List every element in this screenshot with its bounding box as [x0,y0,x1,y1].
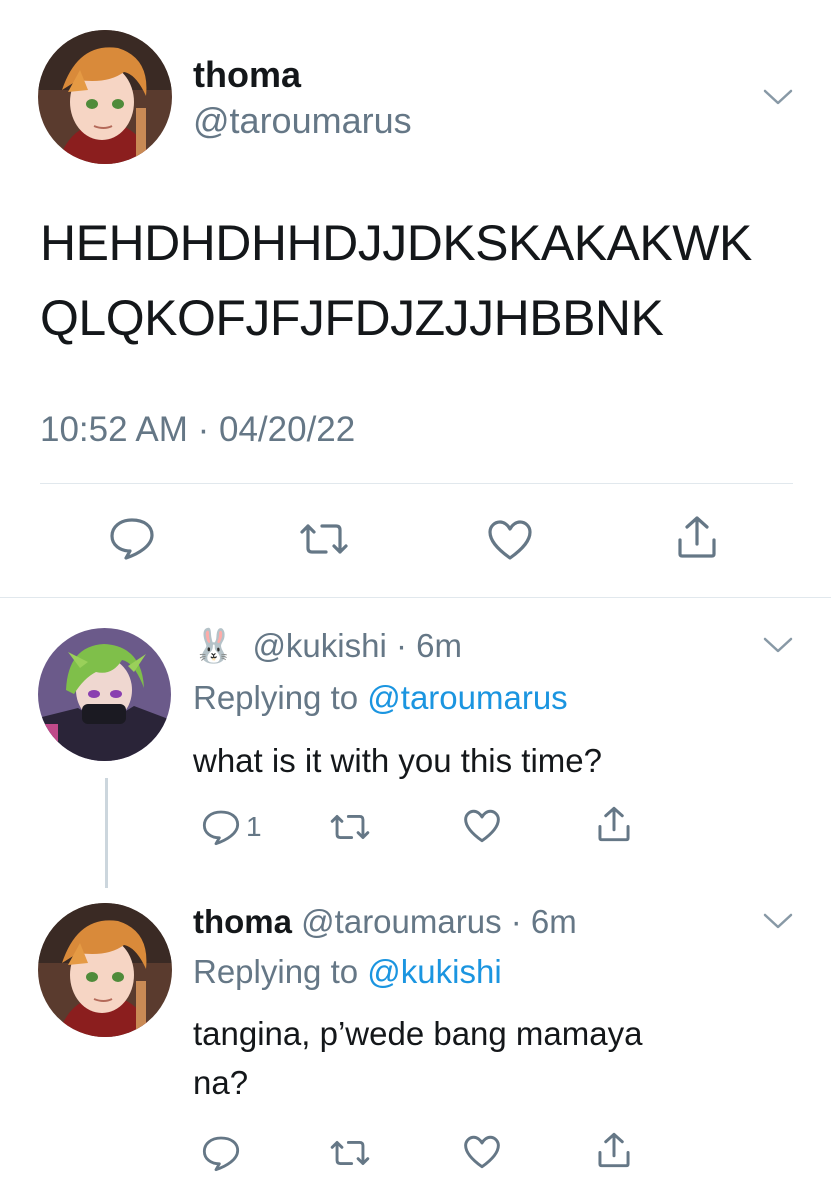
replying-to-label: Replying to [193,953,359,990]
reply2-time[interactable]: · 6m [511,903,577,940]
main-timestamp[interactable]: 10:52 AM · 04/20/22 [40,410,355,450]
reply-count: 1 [246,811,262,842]
chevron-down-icon[interactable] [763,88,793,106]
replying-to-link[interactable]: @kukishi [367,953,501,990]
replying-to-link[interactable]: @taroumarus [367,679,567,716]
main-tweet-text-line2: QLQKOFJFJFDJZJJHBBNK [40,290,664,346]
avatar-kukishi[interactable] [38,628,171,761]
reply1-time[interactable]: · 6m [396,627,462,664]
reply-icon[interactable] [108,516,156,560]
divider [0,597,831,598]
chevron-down-icon[interactable] [763,636,793,654]
reply2-text-line1: tangina, p’wede bang mamaya [193,1015,643,1052]
like-icon[interactable] [486,518,534,562]
avatar-thoma[interactable] [38,30,172,164]
like-icon[interactable] [462,808,502,844]
main-tweet-text-line1: HEHDHDHHDJJDKSKAKAKWK [40,215,752,271]
reply2-display-name[interactable]: thoma [193,903,292,940]
reply-icon[interactable] [201,1134,241,1172]
emoji-rabbit: 🐰 [193,627,235,664]
chevron-down-icon[interactable] [763,912,793,930]
thread-line [105,778,108,888]
reply1-text: what is it with you this time? [193,742,602,779]
divider [40,483,793,484]
share-icon[interactable] [595,805,633,843]
reply1-handle[interactable]: @kukishi [252,627,386,664]
reply2-text-line2: na? [193,1064,249,1101]
share-icon[interactable] [595,1131,633,1169]
reply-icon[interactable] [201,808,241,846]
main-handle[interactable]: @taroumarus [193,101,412,141]
retweet-icon[interactable] [327,810,373,844]
reply2-handle[interactable]: @taroumarus [301,903,501,940]
avatar-thoma[interactable] [38,903,172,1037]
replying-to-label: Replying to [193,679,359,716]
retweet-icon[interactable] [296,518,352,560]
retweet-icon[interactable] [327,1136,373,1170]
share-icon[interactable] [674,514,720,560]
main-display-name[interactable]: thoma [193,55,301,95]
like-icon[interactable] [462,1134,502,1170]
